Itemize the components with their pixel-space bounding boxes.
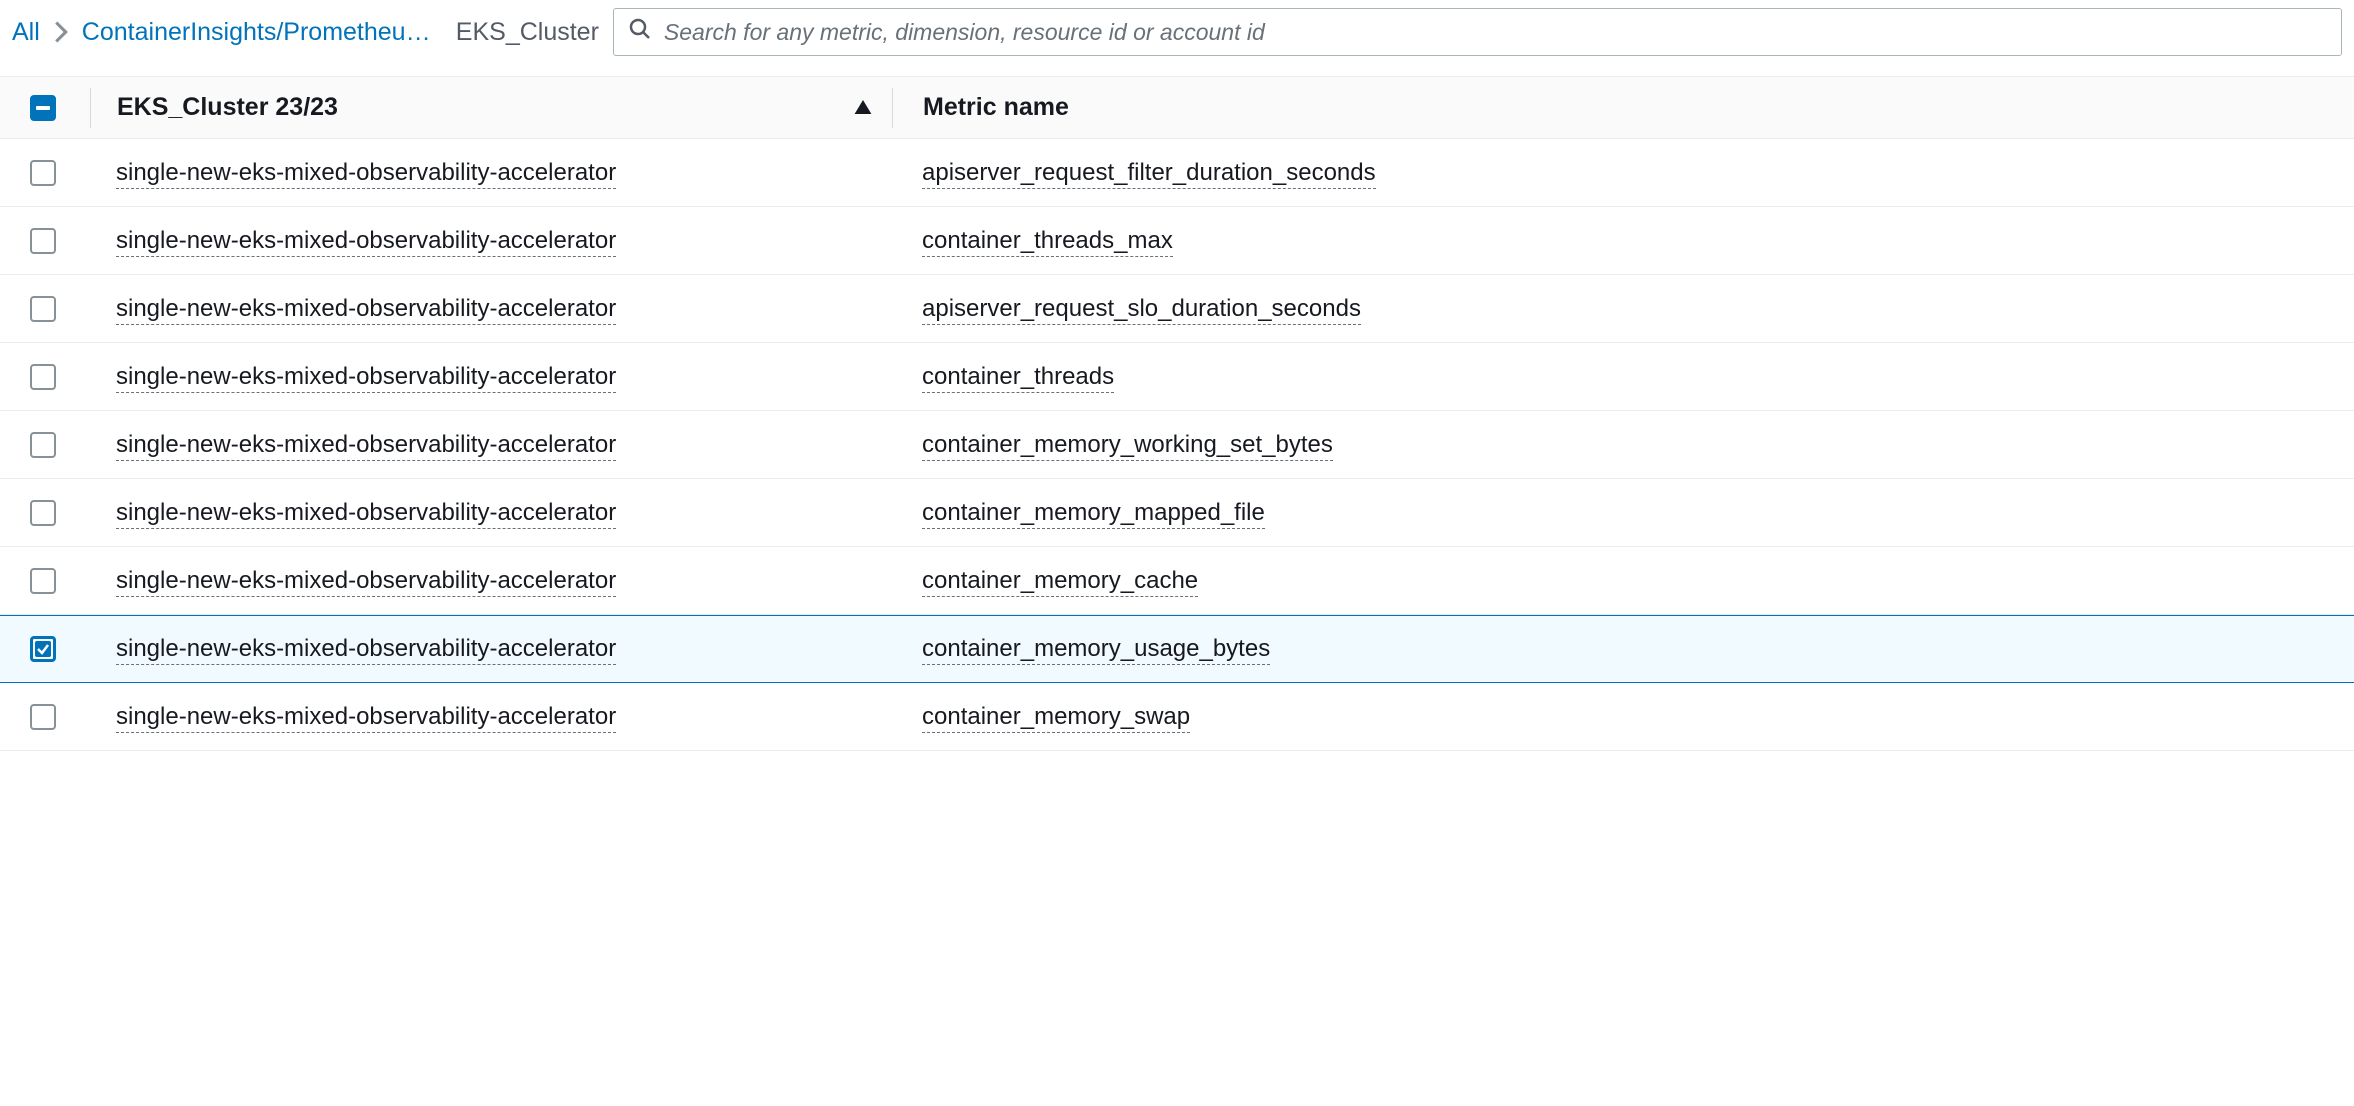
row-checkbox[interactable]	[30, 636, 56, 662]
search-box[interactable]	[613, 8, 2342, 56]
sort-asc-icon	[854, 96, 872, 120]
breadcrumb-all-link[interactable]: All	[12, 18, 40, 47]
metric-link[interactable]: container_threads_max	[922, 227, 1173, 257]
cluster-link[interactable]: single-new-eks-mixed-observability-accel…	[116, 431, 616, 461]
table-row: single-new-eks-mixed-observability-accel…	[0, 479, 2354, 547]
row-checkbox[interactable]	[30, 160, 56, 186]
table-row: single-new-eks-mixed-observability-accel…	[0, 683, 2354, 751]
cluster-link[interactable]: single-new-eks-mixed-observability-accel…	[116, 227, 616, 257]
breadcrumb: All ContainerInsights/Prometheus… EKS_Cl…	[12, 18, 599, 47]
column-header-cluster-label: EKS_Cluster 23/23	[117, 93, 338, 122]
table-body: single-new-eks-mixed-observability-accel…	[0, 139, 2354, 751]
metric-link[interactable]: apiserver_request_slo_duration_seconds	[922, 295, 1361, 325]
cluster-link[interactable]: single-new-eks-mixed-observability-accel…	[116, 703, 616, 733]
breadcrumb-current: EKS_Cluster	[456, 18, 599, 47]
table-row: single-new-eks-mixed-observability-accel…	[0, 615, 2354, 683]
column-divider	[90, 88, 91, 128]
search-icon	[628, 17, 652, 47]
row-checkbox[interactable]	[30, 296, 56, 322]
table-row: single-new-eks-mixed-observability-accel…	[0, 411, 2354, 479]
row-checkbox[interactable]	[30, 704, 56, 730]
table-row: single-new-eks-mixed-observability-accel…	[0, 275, 2354, 343]
table-row: single-new-eks-mixed-observability-accel…	[0, 207, 2354, 275]
cluster-link[interactable]: single-new-eks-mixed-observability-accel…	[116, 635, 616, 665]
metric-link[interactable]: container_memory_usage_bytes	[922, 635, 1270, 665]
breadcrumb-namespace-link[interactable]: ContainerInsights/Prometheus…	[82, 18, 442, 47]
metric-link[interactable]: container_memory_working_set_bytes	[922, 431, 1333, 461]
row-checkbox[interactable]	[30, 568, 56, 594]
cluster-link[interactable]: single-new-eks-mixed-observability-accel…	[116, 567, 616, 597]
metric-link[interactable]: container_memory_swap	[922, 703, 1190, 733]
metric-link[interactable]: apiserver_request_filter_duration_second…	[922, 159, 1376, 189]
column-header-metric[interactable]: Metric name	[892, 88, 2334, 128]
table-row: single-new-eks-mixed-observability-accel…	[0, 139, 2354, 207]
table-row: single-new-eks-mixed-observability-accel…	[0, 343, 2354, 411]
chevron-right-icon	[54, 21, 68, 43]
cluster-link[interactable]: single-new-eks-mixed-observability-accel…	[116, 159, 616, 189]
table-row: single-new-eks-mixed-observability-accel…	[0, 547, 2354, 615]
metric-link[interactable]: container_memory_mapped_file	[922, 499, 1265, 529]
row-checkbox[interactable]	[30, 364, 56, 390]
search-input[interactable]	[664, 19, 2327, 46]
cluster-link[interactable]: single-new-eks-mixed-observability-accel…	[116, 295, 616, 325]
cluster-link[interactable]: single-new-eks-mixed-observability-accel…	[116, 499, 616, 529]
cluster-link[interactable]: single-new-eks-mixed-observability-accel…	[116, 363, 616, 393]
select-all-checkbox[interactable]	[30, 95, 56, 121]
metric-link[interactable]: container_memory_cache	[922, 567, 1198, 597]
row-checkbox[interactable]	[30, 500, 56, 526]
row-checkbox[interactable]	[30, 228, 56, 254]
topbar: All ContainerInsights/Prometheus… EKS_Cl…	[0, 0, 2354, 77]
column-header-cluster[interactable]: EKS_Cluster 23/23	[117, 93, 892, 122]
metric-link[interactable]: container_threads	[922, 363, 1114, 393]
column-header-metric-label: Metric name	[923, 93, 1069, 122]
row-checkbox[interactable]	[30, 432, 56, 458]
table-header: EKS_Cluster 23/23 Metric name	[0, 77, 2354, 139]
